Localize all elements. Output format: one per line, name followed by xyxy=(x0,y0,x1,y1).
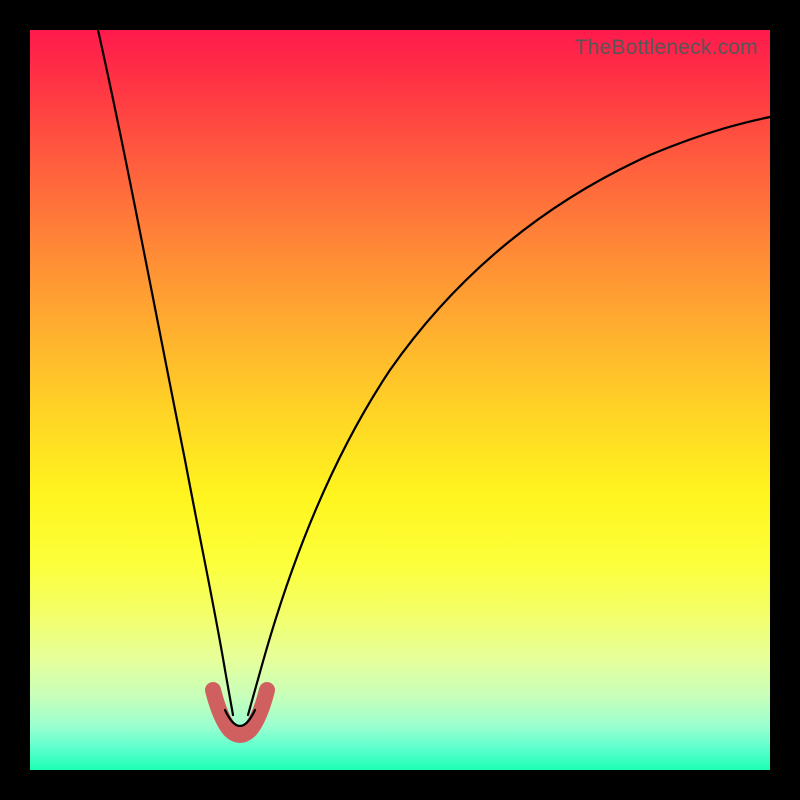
chart-plot-area: TheBottleneck.com xyxy=(30,30,770,770)
bottleneck-chart xyxy=(30,30,770,770)
curve-optimal-highlight xyxy=(213,690,267,735)
curve-right-branch xyxy=(248,117,770,715)
curve-left-branch xyxy=(98,30,233,715)
